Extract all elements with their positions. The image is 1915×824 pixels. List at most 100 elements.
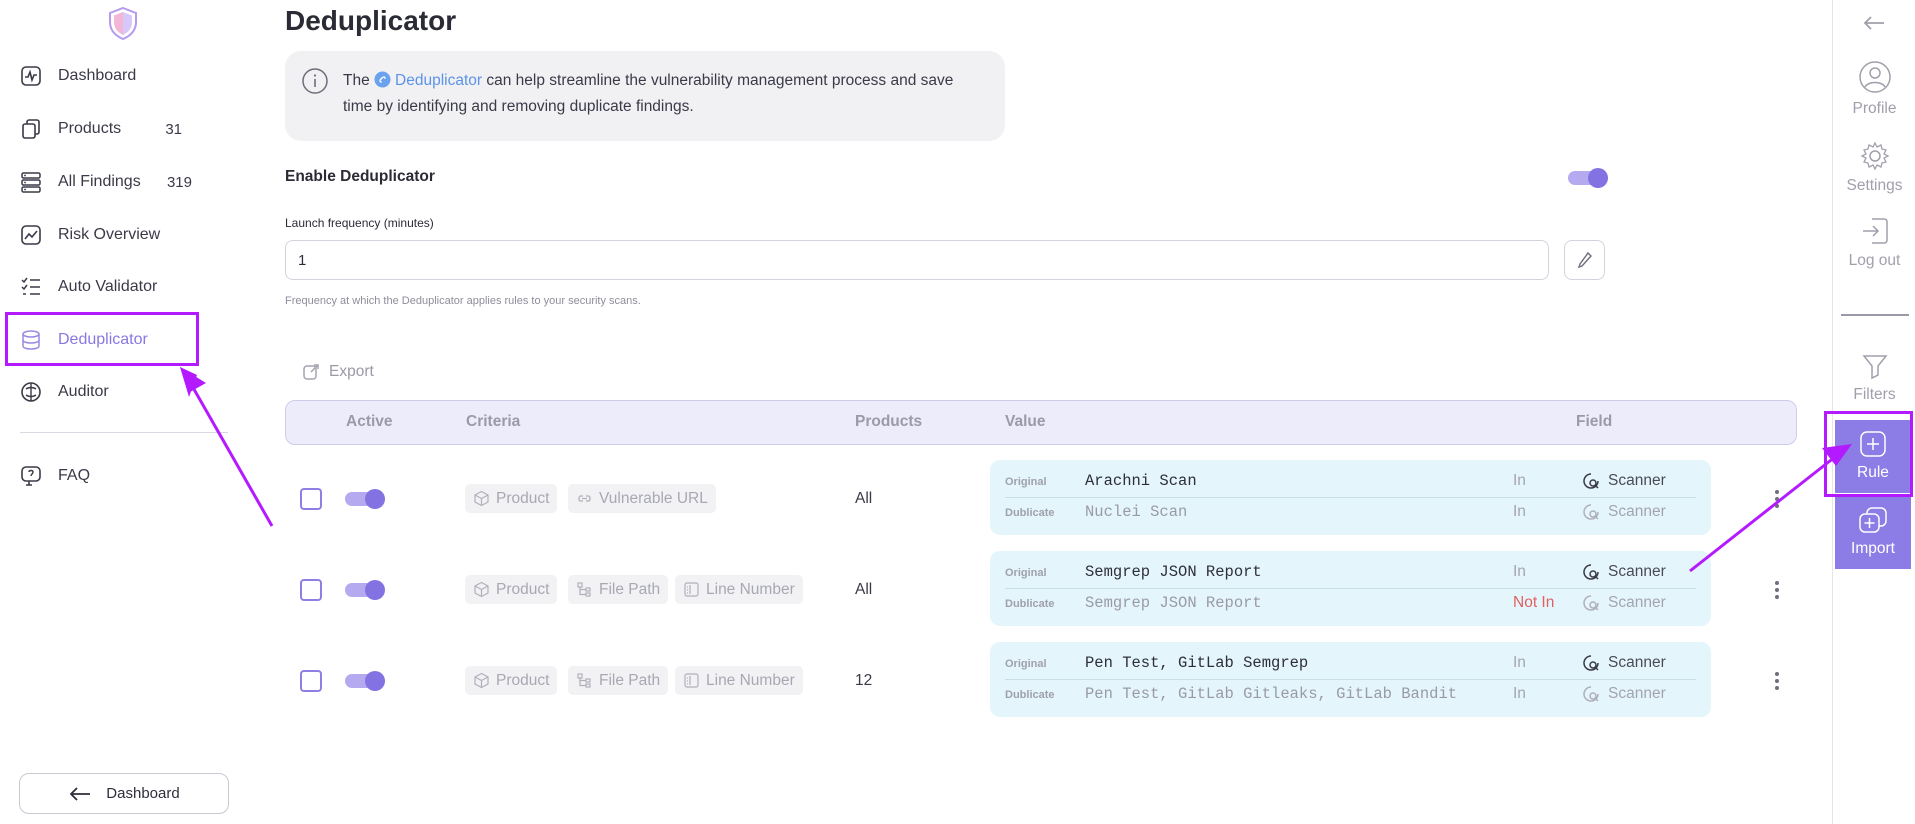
sidebar-item-auditor[interactable]: Auditor xyxy=(8,368,198,416)
original-field: Scanner xyxy=(1582,654,1666,672)
deduplicator-link[interactable]: Deduplicator xyxy=(374,71,483,89)
value-divider xyxy=(1005,497,1696,498)
profile-button[interactable]: Profile xyxy=(1833,60,1915,118)
auditor-icon xyxy=(21,382,41,402)
chip-label: Line Number xyxy=(706,580,795,598)
scanner-icon xyxy=(1583,655,1599,671)
toggle-knob xyxy=(1588,168,1608,188)
cube-icon xyxy=(474,490,489,507)
criteria-chip-product: Product xyxy=(465,484,558,513)
findings-count-badge: 319 xyxy=(166,173,192,191)
scanner-icon xyxy=(1583,504,1599,520)
sidebar-item-risk-overview[interactable]: Risk Overview xyxy=(8,211,198,259)
sidebar: Dashboard Products 31 All Findings 319 R… xyxy=(0,0,240,824)
file-tree-icon xyxy=(577,582,591,597)
chip-label: Product xyxy=(496,671,550,689)
filters-button[interactable]: Filters xyxy=(1833,352,1915,404)
duplicate-field: Scanner xyxy=(1582,503,1666,521)
info-banner: The Deduplicator can help streamline the… xyxy=(285,51,1005,141)
sidebar-item-products[interactable]: Products 31 xyxy=(8,105,198,153)
cube-icon xyxy=(474,672,489,689)
back-to-dashboard-button[interactable]: Dashboard xyxy=(19,773,229,814)
cube-icon xyxy=(474,581,489,598)
duplicate-value: Pen Test, GitLab Gitleaks, GitLab Bandit xyxy=(1085,685,1458,703)
header-value: Value xyxy=(1005,413,1046,430)
link-icon xyxy=(374,71,391,88)
settings-button[interactable]: Settings xyxy=(1833,141,1915,195)
row-active-toggle[interactable] xyxy=(345,671,385,691)
row-active-toggle[interactable] xyxy=(345,489,385,509)
sidebar-item-auto-validator[interactable]: Auto Validator xyxy=(8,263,198,311)
original-tag: Original xyxy=(1005,658,1047,670)
rule-button-highlight-box xyxy=(1824,411,1913,497)
export-icon xyxy=(303,364,319,380)
shield-logo-icon xyxy=(109,6,137,40)
original-operator: In xyxy=(1513,563,1526,580)
enable-deduplicator-toggle[interactable] xyxy=(1568,168,1608,188)
field-label: Scanner xyxy=(1608,654,1666,671)
row-more-menu-icon[interactable] xyxy=(1767,578,1787,602)
scanner-icon xyxy=(1583,473,1599,489)
original-value: Pen Test, GitLab Semgrep xyxy=(1085,654,1309,672)
import-label: Import xyxy=(1851,540,1895,557)
scanner-icon xyxy=(1583,595,1599,611)
toggle-knob xyxy=(365,671,385,691)
info-icon xyxy=(302,68,328,94)
info-text-before: The xyxy=(343,72,370,89)
logout-label: Log out xyxy=(1848,252,1901,269)
header-field: Field xyxy=(1576,413,1613,430)
sidebar-item-dashboard[interactable]: Dashboard xyxy=(8,52,198,100)
row-value-box: Original Pen Test, GitLab Semgrep In Sca… xyxy=(990,642,1711,717)
logout-button[interactable]: Log out xyxy=(1833,216,1915,270)
info-text: The Deduplicator can help streamline the… xyxy=(343,68,983,120)
duplicate-operator: In xyxy=(1513,503,1526,520)
line-number-icon xyxy=(684,673,699,688)
sidebar-item-all-findings[interactable]: All Findings 319 xyxy=(8,158,198,206)
gear-icon xyxy=(1860,141,1889,171)
row-checkbox[interactable] xyxy=(300,579,322,601)
enable-deduplicator-label: Enable Deduplicator xyxy=(285,168,435,185)
filter-icon xyxy=(1861,355,1888,380)
link-label: Deduplicator xyxy=(395,72,483,89)
export-button[interactable]: Export xyxy=(301,362,374,382)
edit-frequency-button[interactable] xyxy=(1564,240,1605,280)
row-more-menu-icon[interactable] xyxy=(1767,487,1787,511)
criteria-chip-vulnerable-url: Vulnerable URL xyxy=(568,484,716,513)
toggle-knob xyxy=(365,580,385,600)
launch-frequency-input[interactable] xyxy=(285,240,1549,280)
row-more-menu-icon[interactable] xyxy=(1767,669,1787,693)
import-button[interactable]: Import xyxy=(1835,496,1911,569)
value-divider xyxy=(1005,679,1696,680)
sidebar-item-faq[interactable]: FAQ xyxy=(8,452,198,500)
row-checkbox[interactable] xyxy=(300,670,322,692)
row-value-box: Original Arachni Scan In Scanner Dublica… xyxy=(990,460,1711,535)
user-icon xyxy=(1858,61,1891,93)
row-products-value: All xyxy=(855,581,873,598)
table-row: Product File Path Line Number 12 Origina… xyxy=(285,642,1797,722)
row-checkbox[interactable] xyxy=(300,488,322,510)
duplicate-value: Semgrep JSON Report xyxy=(1085,594,1262,612)
row-active-toggle[interactable] xyxy=(345,580,385,600)
pencil-icon xyxy=(1577,251,1592,269)
line-number-icon xyxy=(684,582,699,597)
field-label: Scanner xyxy=(1608,594,1666,611)
settings-label: Settings xyxy=(1846,177,1903,194)
products-count-badge: 31 xyxy=(165,120,182,138)
arrow-left-icon xyxy=(70,786,91,801)
original-operator: In xyxy=(1513,654,1526,671)
row-products-value: All xyxy=(855,490,873,507)
checklist-icon xyxy=(21,277,40,295)
field-label: Scanner xyxy=(1608,472,1666,489)
original-value: Semgrep JSON Report xyxy=(1085,563,1262,581)
original-field: Scanner xyxy=(1582,563,1666,581)
profile-label: Profile xyxy=(1852,100,1897,117)
sidebar-item-label: Risk Overview xyxy=(58,226,161,243)
original-tag: Original xyxy=(1005,567,1047,579)
row-value-box: Original Semgrep JSON Report In Scanner … xyxy=(990,551,1711,626)
duplicate-field: Scanner xyxy=(1582,685,1666,703)
header-criteria: Criteria xyxy=(466,413,521,430)
chip-label: Product xyxy=(496,489,550,507)
logout-icon xyxy=(1862,218,1888,244)
collapse-arrow-icon[interactable] xyxy=(1862,14,1886,32)
duplicate-operator: Not In xyxy=(1513,594,1555,611)
